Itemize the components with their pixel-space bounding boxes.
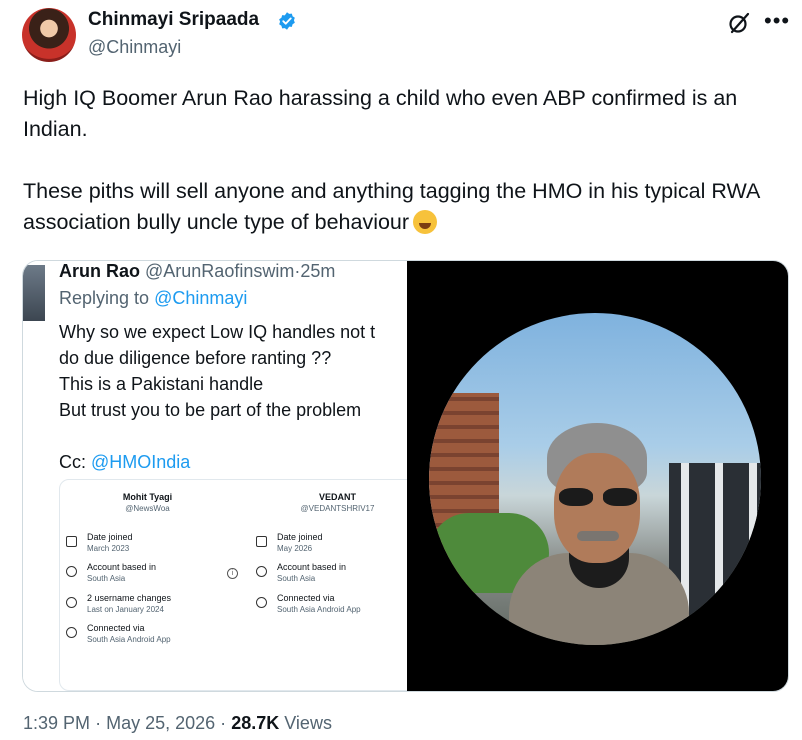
profile-photo-circle	[429, 313, 761, 645]
quoted-handle: @ArunRaofinswim	[145, 261, 295, 281]
quoted-header: Arun Rao @ArunRaofinswim·25m	[59, 261, 335, 282]
row-sub: South Asia Android App	[87, 635, 171, 644]
meta-dot: ·	[95, 713, 102, 733]
quoted-time: 25m	[300, 261, 336, 281]
photo-person	[509, 423, 689, 645]
quoted-line: But trust you to be part of the problem	[59, 400, 362, 420]
row-sub: South Asia	[87, 574, 126, 583]
quoted-name: Arun Rao	[59, 261, 140, 281]
row-sub: Last on January 2024	[87, 605, 164, 614]
tweet-line-2: These piths will sell anyone and anythin…	[23, 176, 783, 238]
author-handle[interactable]: @Chinmayi	[88, 37, 181, 58]
row-sub: South Asia Android App	[277, 605, 361, 614]
row-title: Date joined	[87, 532, 133, 542]
quoted-line: Why so we expect Low IQ handles not t	[59, 322, 376, 342]
media-container[interactable]: Arun Rao @ArunRaofinswim·25m Replying to…	[22, 260, 789, 692]
row-title: Account based in	[87, 562, 157, 572]
row-sub: March 2023	[87, 544, 130, 553]
row-title: 2 username changes	[87, 593, 172, 603]
quoted-avatar	[23, 265, 45, 321]
grok-icon[interactable]	[727, 11, 751, 35]
location-pin-icon	[256, 566, 267, 577]
tweet-line-2-text: These piths will sell anyone and anythin…	[23, 179, 760, 234]
row-sub: May 2026	[277, 544, 313, 553]
quoted-body: Why so we expect Low IQ handles not t do…	[59, 319, 375, 475]
card-left-name: Mohit Tyagi	[122, 492, 173, 502]
row-sub: South Asia	[277, 574, 316, 583]
screenshot-image[interactable]: Arun Rao @ArunRaofinswim·25m Replying to…	[23, 261, 407, 691]
replying-to-label: Replying to	[59, 288, 150, 308]
verified-badge-icon	[279, 12, 295, 30]
row-title: Date joined	[277, 532, 323, 542]
account-comparison-card: Mohit Tyagi @NewsWoa Date joined March 2…	[59, 479, 407, 691]
quoted-cc: Cc: @HMOIndia	[59, 449, 375, 475]
row-title: Connected via	[277, 593, 335, 603]
row-title: Connected via	[87, 623, 145, 633]
calendar-icon	[66, 536, 77, 547]
quoted-line: do due diligence before ranting ??	[59, 348, 332, 368]
globe-icon	[66, 627, 77, 638]
cc-label: Cc:	[59, 452, 86, 472]
quoted-replying: Replying to @Chinmayi	[59, 288, 247, 309]
at-sign-icon	[66, 597, 77, 608]
globe-icon	[256, 597, 267, 608]
location-pin-icon	[66, 566, 77, 577]
meta-dot: ·	[220, 713, 227, 733]
card-right-handle: @VEDANTSHRIV17	[300, 504, 375, 513]
views-label: Views	[284, 713, 332, 733]
card-left-handle: @NewsWoa	[125, 504, 170, 513]
tweet-time[interactable]: 1:39 PM	[23, 713, 90, 733]
tweet-meta: 1:39 PM · May 25, 2026 · 28.7K Views	[23, 713, 332, 734]
author-name[interactable]: Chinmayi Sripaada	[88, 9, 259, 31]
calendar-icon	[256, 536, 267, 547]
info-icon: i	[227, 568, 238, 579]
profile-photo-image[interactable]	[407, 261, 788, 691]
replying-to-handle: @Chinmayi	[154, 288, 248, 308]
cc-handle: @HMOIndia	[91, 452, 191, 472]
more-icon[interactable]: •••	[764, 8, 790, 34]
author-avatar[interactable]	[22, 8, 76, 62]
card-right-name: VEDANT	[318, 492, 356, 502]
rolling-on-floor-laughing-emoji-icon	[413, 210, 438, 234]
tweet-date[interactable]: May 25, 2026	[106, 713, 215, 733]
row-title: Account based in	[277, 562, 347, 572]
tweet-line-1: High IQ Boomer Arun Rao harassing a chil…	[23, 86, 738, 141]
view-count: 28.7K	[231, 713, 280, 733]
tweet-text: High IQ Boomer Arun Rao harassing a chil…	[23, 83, 783, 238]
quoted-line: This is a Pakistani handle	[59, 374, 264, 394]
